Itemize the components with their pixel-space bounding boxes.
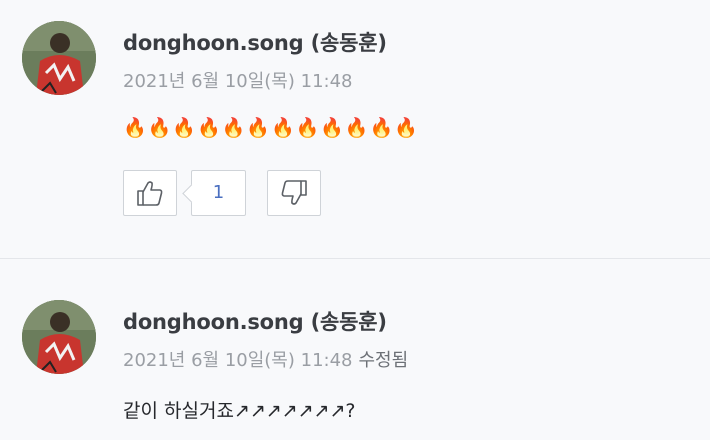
comment-body: 🔥🔥🔥🔥🔥🔥🔥🔥🔥🔥🔥🔥 xyxy=(123,117,419,139)
comment-date: 2021년 6월 10일(목) 11:48 xyxy=(123,350,353,371)
comment-date: 2021년 6월 10일(목) 11:48 xyxy=(123,71,353,92)
comment-body: 같이 하실거죠↗↗↗↗↗↗↗? xyxy=(123,400,356,422)
like-count: 1 xyxy=(191,170,246,216)
comment-timestamp: 2021년 6월 10일(목) 11:48 수정됨 xyxy=(123,346,408,372)
thumbs-down-icon xyxy=(281,180,307,205)
comment-item: donghoon.song (송동훈) 2021년 6월 10일(목) 11:4… xyxy=(0,259,710,440)
comment-timestamp: 2021년 6월 10일(목) 11:48 xyxy=(123,67,353,93)
edited-label: 수정됨 xyxy=(358,350,409,371)
like-button[interactable] xyxy=(123,170,177,216)
comment-item: donghoon.song (송동훈) 2021년 6월 10일(목) 11:4… xyxy=(0,0,710,258)
comment-author[interactable]: donghoon.song (송동훈) xyxy=(123,27,387,57)
avatar[interactable] xyxy=(22,300,96,374)
avatar[interactable] xyxy=(22,21,96,95)
dislike-button[interactable] xyxy=(267,170,321,216)
thumbs-up-icon xyxy=(137,181,163,206)
comment-author[interactable]: donghoon.song (송동훈) xyxy=(123,306,387,336)
